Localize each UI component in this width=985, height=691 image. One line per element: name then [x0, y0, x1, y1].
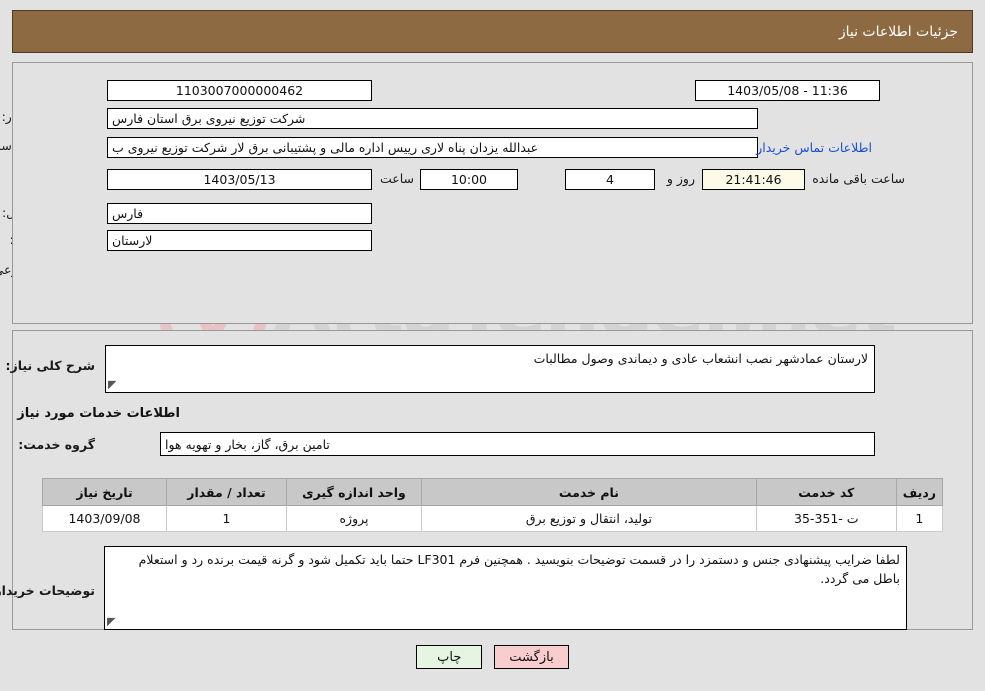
page-title: جزئیات اطلاعات نیاز [838, 23, 958, 40]
services-table: ردیف کد خدمت نام خدمت واحد اندازه گیری ت… [42, 478, 944, 532]
footer-buttons: بازگشت چاپ [0, 645, 985, 669]
general-description-label: شرح کلی نیاز: [5, 358, 95, 373]
buyer-notes-textarea[interactable]: لطفا ضرایب پیشنهادی جنس و دستمزد را در ق… [104, 546, 907, 630]
col-service-name: نام خدمت [421, 478, 757, 506]
cell-unit: پروژه [286, 505, 422, 532]
city-field[interactable]: لارستان [107, 230, 372, 251]
deadline-date-field[interactable]: 1403/05/13 [107, 169, 372, 190]
services-section-heading: اطلاعات خدمات مورد نیاز [17, 406, 180, 421]
col-need-date: تاریخ نیاز [42, 478, 167, 506]
resize-grip-icon[interactable]: ◥ [108, 378, 120, 391]
remaining-suffix-label: ساعت باقی مانده [812, 171, 905, 186]
creator-field[interactable]: عبدالله یزدان پناه لاری رییس اداره مالی … [107, 137, 758, 158]
days-word-label: روز و [666, 171, 695, 186]
page-root: ArtaTender.net جزئیات اطلاعات نیاز شماره… [0, 0, 985, 691]
cell-need-date: 1403/09/08 [42, 505, 167, 532]
province-field[interactable]: فارس [107, 203, 372, 224]
countdown-timer-field: 21:41:46 [702, 169, 805, 190]
cell-quantity: 1 [166, 505, 287, 532]
col-quantity: تعداد / مقدار [166, 478, 287, 506]
resize-grip-icon[interactable]: ◥ [107, 615, 119, 628]
buyer-contact-link[interactable]: اطلاعات تماس خریدار [756, 140, 872, 155]
service-group-label: گروه خدمت: [18, 437, 95, 452]
table-row[interactable]: 1 ت -351-35 تولید، انتقال و توزیع برق پر… [42, 505, 944, 532]
deadline-time-field[interactable]: 10:00 [420, 169, 518, 190]
col-service-code: کد خدمت [755, 478, 897, 506]
buyer-org-field[interactable]: شرکت توزیع نیروی برق استان فارس [107, 108, 758, 129]
back-button[interactable]: بازگشت [494, 645, 569, 669]
need-number-field[interactable]: 1103007000000462 [107, 80, 372, 101]
service-group-field[interactable]: تامین برق، گاز، بخار و تهویه هوا [160, 432, 875, 456]
days-remaining-field[interactable]: 4 [565, 169, 655, 190]
col-row-no: ردیف [895, 478, 944, 506]
buyer-notes-value: لطفا ضرایب پیشنهادی جنس و دستمزد را در ق… [138, 552, 900, 586]
deadline-time-label: ساعت [379, 171, 414, 186]
cell-row-no: 1 [895, 505, 944, 532]
cell-service-name: تولید، انتقال و توزیع برق [421, 505, 757, 532]
need-info-panel [12, 62, 973, 324]
table-header-row: ردیف کد خدمت نام خدمت واحد اندازه گیری ت… [42, 478, 944, 506]
col-unit: واحد اندازه گیری [286, 478, 422, 506]
public-announce-field[interactable]: 11:36 - 1403/05/08 [695, 80, 880, 101]
buyer-notes-label: توضیحات خریدار: [0, 583, 95, 598]
general-description-value: لارستان عمادشهر نصب انشعاب عادی و دیماند… [533, 351, 868, 366]
cell-service-code: ت -351-35 [755, 505, 897, 532]
print-button[interactable]: چاپ [416, 645, 483, 669]
general-description-textarea[interactable]: لارستان عمادشهر نصب انشعاب عادی و دیماند… [105, 345, 875, 393]
header-bar: جزئیات اطلاعات نیاز [12, 10, 973, 53]
